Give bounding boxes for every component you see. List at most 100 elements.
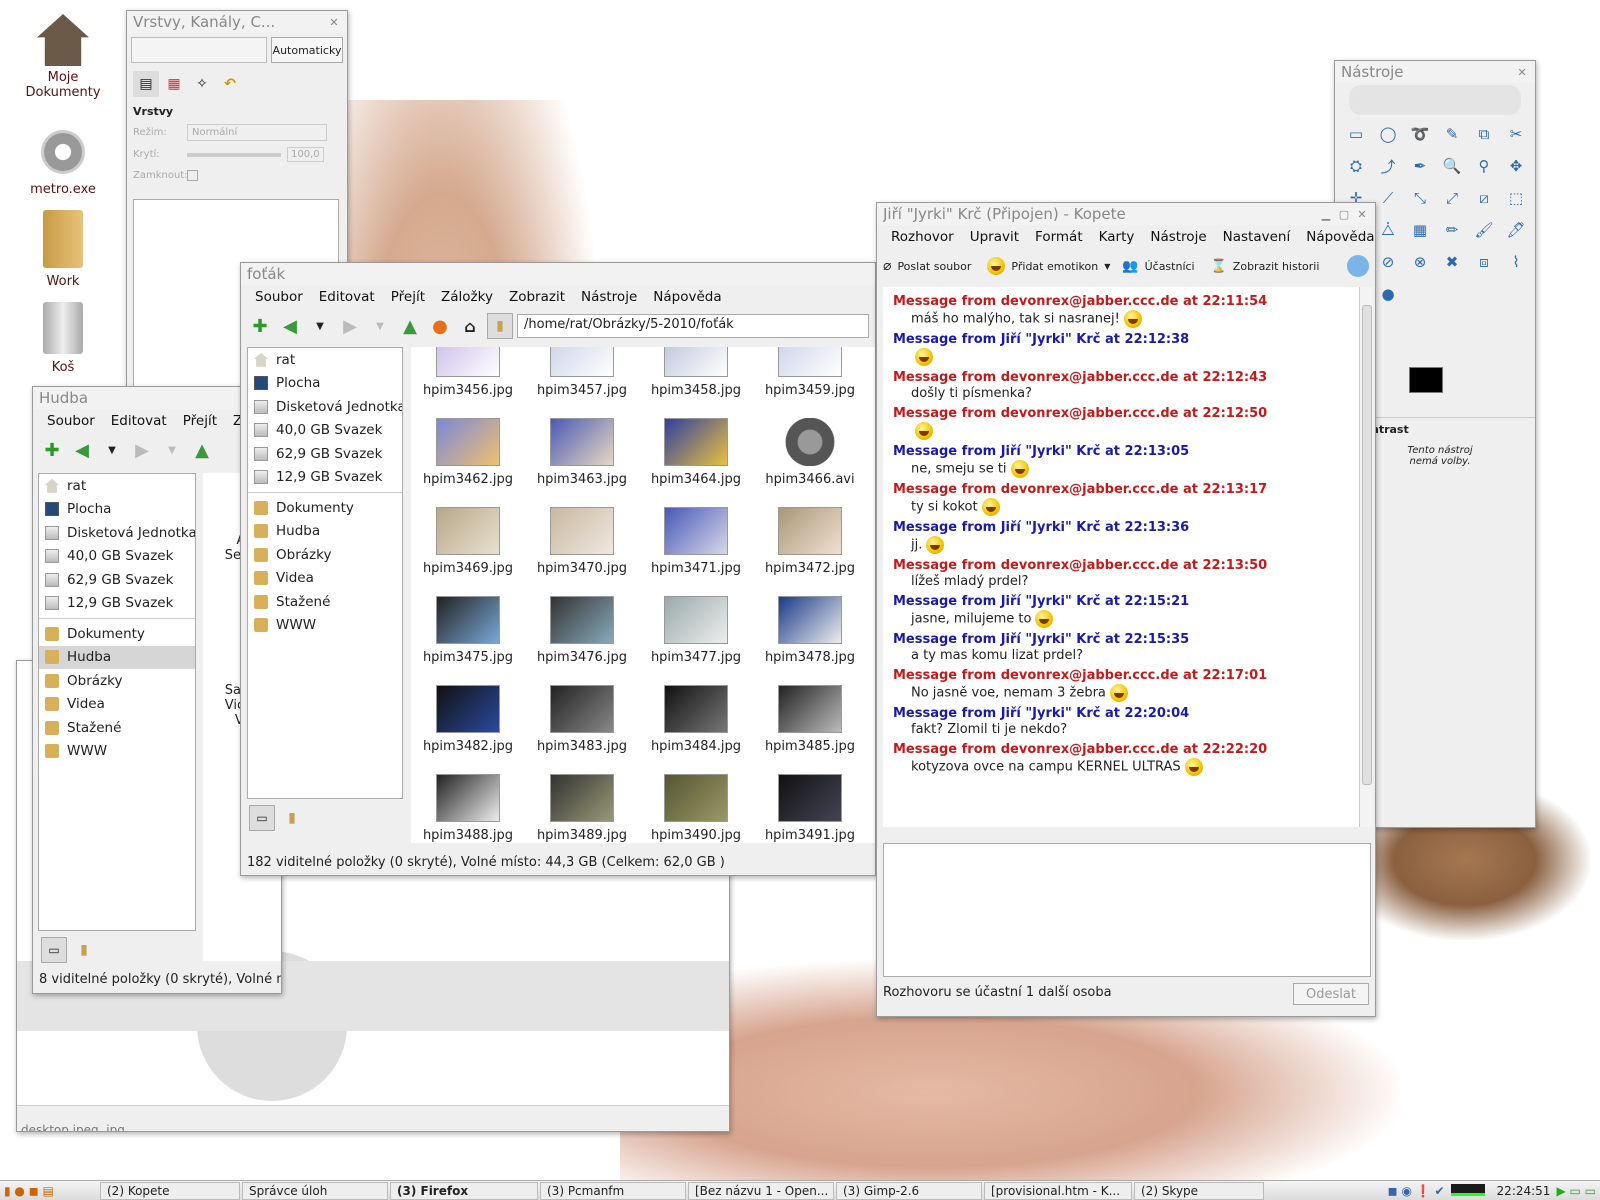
menu-prejit[interactable]: Přejít — [175, 413, 225, 429]
gimp-tool-icon[interactable]: ✒ — [1407, 153, 1433, 179]
gimp-tool-icon[interactable]: ⤴ — [1375, 153, 1401, 179]
file-item[interactable]: hpim3471.jpg — [639, 507, 753, 576]
gimp-tool-icon[interactable]: ⤡ — [1407, 185, 1433, 211]
gimp-tool-icon[interactable]: ⤢ — [1439, 185, 1465, 211]
folder-icon[interactable]: ▮ — [487, 313, 513, 339]
file-item[interactable]: hpim3477.jpg — [639, 596, 753, 665]
send-button[interactable]: Odeslat — [1293, 983, 1369, 1005]
sidebar-item-drive-40[interactable]: 40,0 GB Svazek — [248, 419, 402, 443]
file-item[interactable]: hpim3456.jpg — [411, 347, 525, 398]
auto-button[interactable]: Automaticky — [271, 37, 343, 63]
gimp-tool-icon[interactable]: ▦ — [1407, 217, 1433, 243]
menu-editovat[interactable]: Editovat — [311, 289, 383, 305]
gimp-tool-icon[interactable]: ✥ — [1503, 153, 1529, 179]
undo-tab-icon[interactable]: ↶ — [217, 71, 243, 97]
participants-button[interactable]: 👥 Účastníci — [1122, 259, 1194, 274]
menu-soubor[interactable]: Soubor — [39, 413, 103, 429]
menu-format[interactable]: Formát — [1027, 229, 1091, 245]
gimp-tool-icon[interactable]: ✖ — [1439, 249, 1465, 275]
up-icon[interactable]: ▲ — [397, 313, 423, 339]
stop-icon[interactable]: ● — [427, 313, 453, 339]
file-item[interactable]: hpim3466.avi — [753, 418, 867, 487]
close-icon[interactable]: ✕ — [327, 15, 341, 29]
gimp-tool-icon[interactable]: ⧄ — [1471, 185, 1497, 211]
lock-checkbox[interactable] — [187, 170, 198, 181]
taskbar-item[interactable]: (2) Skype — [1134, 1181, 1264, 1200]
taskbar-item[interactable]: Správce úloh — [242, 1181, 388, 1200]
file-item[interactable]: hpim3459.jpg — [753, 347, 867, 398]
file-item[interactable]: hpim3464.jpg — [639, 418, 753, 487]
gimp-tool-icon[interactable]: ✎ — [1439, 121, 1465, 147]
sidebar-item-hudba[interactable]: Hudba — [248, 520, 402, 544]
gimp-tool-icon[interactable]: ⚲ — [1471, 153, 1497, 179]
file-item[interactable]: hpim3485.jpg — [753, 685, 867, 754]
close-icon[interactable]: ✕ — [1515, 65, 1529, 79]
sidebar-item-plocha[interactable]: Plocha — [39, 498, 195, 522]
paths-tab-icon[interactable]: ✧ — [189, 71, 215, 97]
opacity-value[interactable]: 100,0 — [287, 147, 324, 162]
new-tab-icon[interactable]: ✚ — [247, 313, 273, 339]
gimp-tool-icon[interactable]: ✂ — [1503, 121, 1529, 147]
gimp-tool-icon[interactable]: ➰ — [1407, 121, 1433, 147]
gimp-tool-icon[interactable]: ▭ — [1343, 121, 1369, 147]
forward-icon[interactable]: ▶ — [129, 437, 155, 463]
sidebar-item-drive-12[interactable]: 12,9 GB Svazek — [248, 466, 402, 490]
back-history-icon[interactable]: ▼ — [99, 437, 125, 463]
menu-nastroje[interactable]: Nástroje — [1142, 229, 1214, 245]
sidebar-item-stazene[interactable]: Stažené — [248, 590, 402, 614]
message-input[interactable] — [883, 843, 1371, 977]
sidebar-item-rat[interactable]: rat — [248, 348, 402, 372]
taskbar-item[interactable]: (3) Firefox — [390, 1181, 538, 1200]
gimp-tool-icon[interactable]: 🖊 — [1503, 217, 1529, 243]
menu-soubor[interactable]: Soubor — [247, 289, 311, 305]
sidebar-item-rat[interactable]: rat — [39, 474, 195, 498]
gimp-tool-icon[interactable]: 🖌 — [1471, 217, 1497, 243]
gimp-tool-icon[interactable]: ⧈ — [1471, 249, 1497, 275]
sidebar-item-stazene[interactable]: Stažené — [39, 716, 195, 740]
menu-napoveda[interactable]: Nápověda — [645, 289, 729, 305]
menu-zalozky[interactable]: Záložky — [433, 289, 501, 305]
foreground-color[interactable] — [1409, 367, 1443, 393]
help-icon[interactable] — [1347, 255, 1369, 277]
gimp-tool-icon[interactable]: ◯ — [1375, 121, 1401, 147]
file-item[interactable]: hpim3472.jpg — [753, 507, 867, 576]
menu-editovat[interactable]: Editovat — [103, 413, 175, 429]
sidebar-item-obrazky[interactable]: Obrázky — [248, 543, 402, 567]
chat-scrollbar[interactable] — [1359, 287, 1373, 827]
gimp-tool-icon[interactable]: ⌇ — [1503, 249, 1529, 275]
send-file-button[interactable]: ⌀ Poslat soubor — [883, 258, 971, 274]
gimp-tool-icon[interactable]: 🔍 — [1439, 153, 1465, 179]
tree-view-icon[interactable]: ▮ — [279, 805, 305, 831]
new-tab-icon[interactable]: ✚ — [39, 437, 65, 463]
file-item[interactable]: hpim3478.jpg — [753, 596, 867, 665]
sidebar-item-disketa[interactable]: Disketová Jednotka — [248, 395, 402, 419]
desktop-icon-documents[interactable]: Moje Dokumenty — [18, 14, 108, 100]
gimp-tool-icon[interactable]: ⧉ — [1471, 121, 1497, 147]
back-history-icon[interactable]: ▼ — [307, 313, 333, 339]
address-bar[interactable]: /home/rat/Obrázky/5-2010/foťák — [517, 314, 869, 338]
menu-nastaveni[interactable]: Nastavení — [1215, 229, 1299, 245]
menu-zobrazit[interactable]: Zobrazit — [501, 289, 573, 305]
back-icon[interactable]: ◀ — [69, 437, 95, 463]
gimp-tool-icon[interactable]: ⬚ — [1503, 185, 1529, 211]
sidebar-item-drive-62[interactable]: 62,9 GB Svazek — [248, 442, 402, 466]
menu-napoveda[interactable]: Nápověda — [1298, 229, 1375, 245]
file-item[interactable]: hpim3490.jpg — [639, 774, 753, 843]
tray-controls[interactable]: ▶ ▭ ▭ — [1556, 1184, 1600, 1198]
places-view-icon[interactable]: ▭ — [41, 937, 67, 963]
desktop-icon-work[interactable]: Work — [18, 210, 108, 289]
taskbar-item[interactable]: (3) Gimp-2.6 — [836, 1181, 982, 1200]
file-item[interactable]: hpim3489.jpg — [525, 774, 639, 843]
layers-tab-icon[interactable]: ▤ — [133, 71, 159, 97]
forward-icon[interactable]: ▶ — [337, 313, 363, 339]
places-view-icon[interactable]: ▭ — [249, 805, 275, 831]
taskbar-item[interactable]: (2) Kopete — [100, 1181, 240, 1200]
add-emoticon-button[interactable]: Přidat emotikon ▼ — [983, 257, 1110, 275]
sidebar-item-disketa[interactable]: Disketová Jednotka — [39, 521, 195, 545]
up-icon[interactable]: ▲ — [189, 437, 215, 463]
file-item[interactable]: hpim3462.jpg — [411, 418, 525, 487]
file-item[interactable]: hpim3482.jpg — [411, 685, 525, 754]
sidebar-item-dokumenty[interactable]: Dokumenty — [39, 622, 195, 646]
gimp-tool-icon[interactable]: ⊘ — [1375, 249, 1401, 275]
image-select[interactable] — [131, 37, 267, 63]
